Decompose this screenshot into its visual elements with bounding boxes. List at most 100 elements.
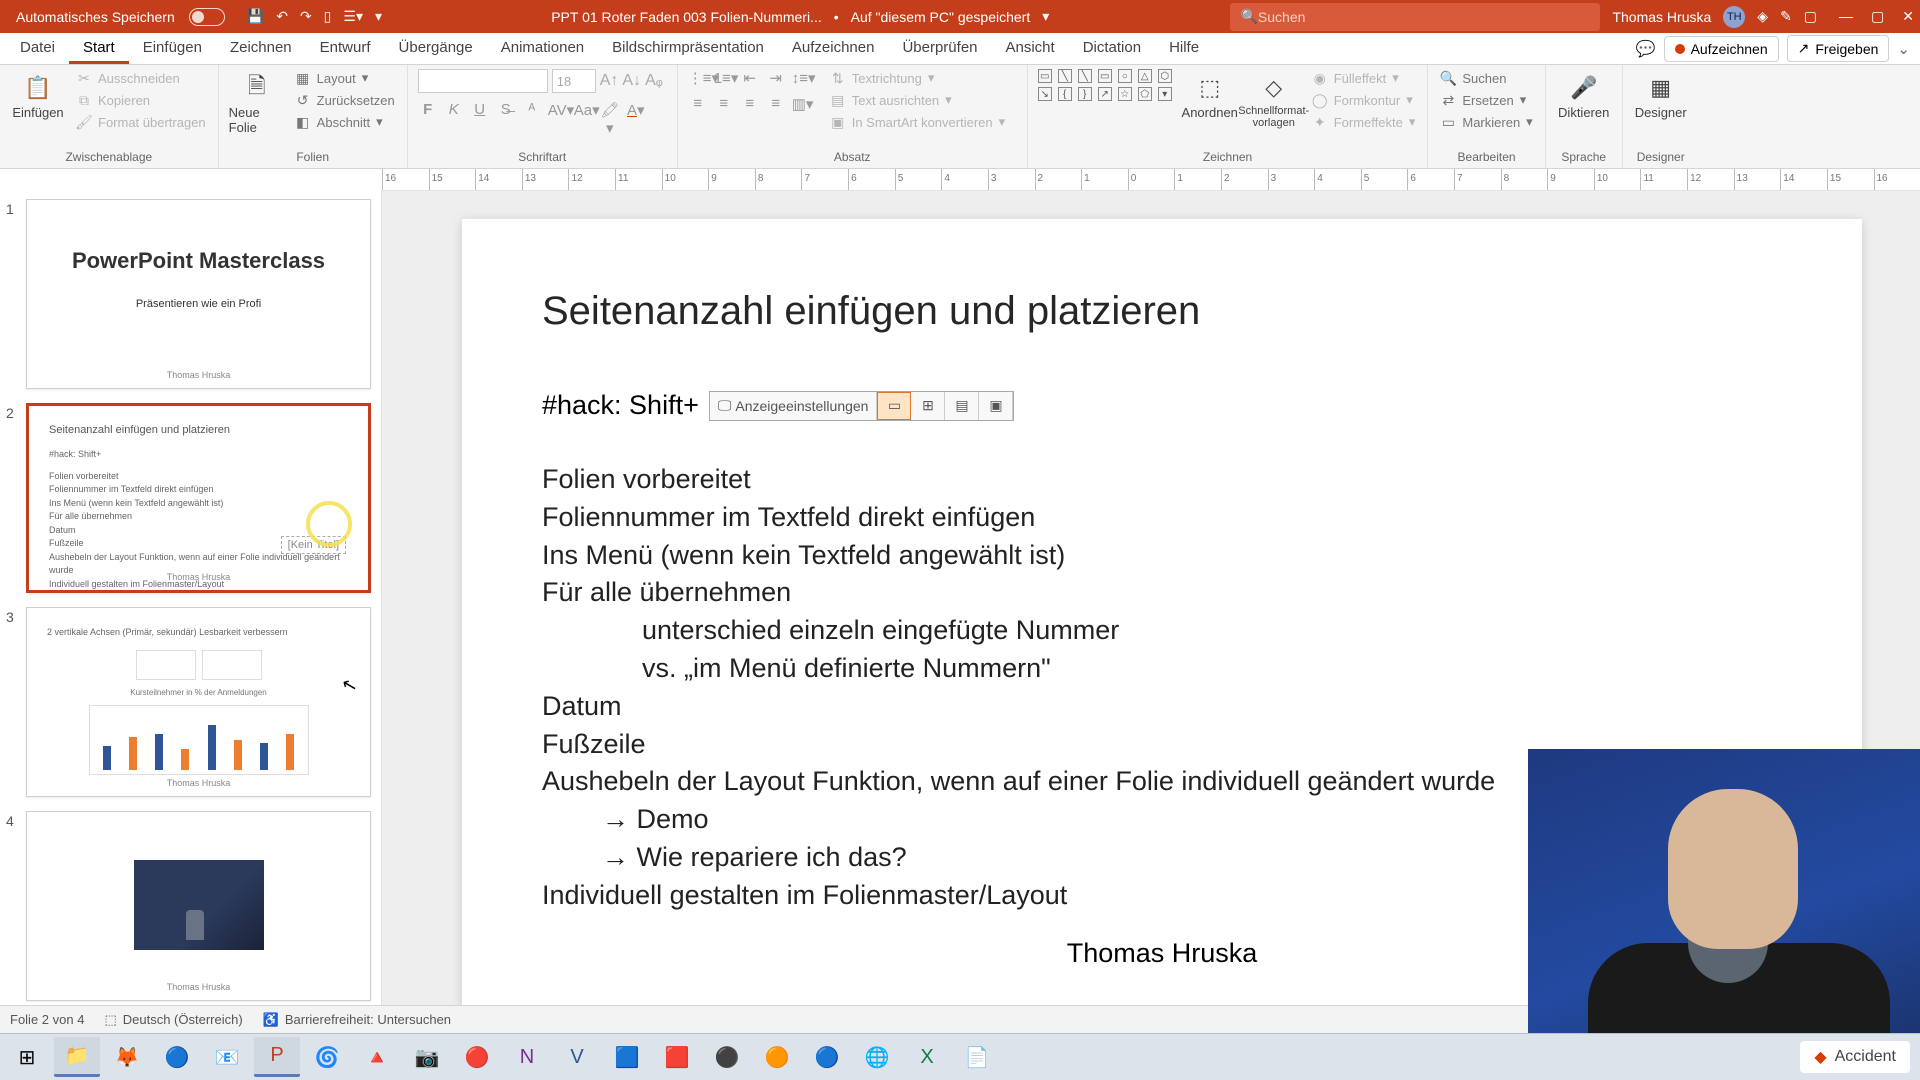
close-icon[interactable]: ✕ (1902, 8, 1914, 25)
tab-einfuegen[interactable]: Einfügen (129, 33, 216, 64)
font-color-button[interactable]: A▾ (626, 101, 646, 137)
tab-start[interactable]: Start (69, 33, 129, 64)
display-settings-button[interactable]: 🖵Anzeigeeinstellungen (710, 392, 878, 420)
vlc-icon[interactable]: 🔺 (354, 1037, 400, 1077)
user-avatar[interactable]: TH (1723, 6, 1745, 28)
bold-button[interactable]: F (418, 101, 438, 137)
toggle-off-icon[interactable] (189, 8, 225, 26)
notification-toast[interactable]: ◆ Accident (1800, 1041, 1910, 1073)
save-icon[interactable]: 💾 (247, 8, 264, 25)
language-indicator[interactable]: ⬚Deutsch (Österreich) (104, 1012, 242, 1028)
increase-font-icon[interactable]: A↑ (600, 72, 619, 90)
excel-icon[interactable]: X (904, 1037, 950, 1077)
indent-dec-icon[interactable]: ⇤ (740, 69, 760, 87)
shapes-gallery[interactable]: ▭╲╲▭○△⬡ ↘{}↗☆⬠▾ (1038, 69, 1174, 101)
app-icon[interactable]: 🟠 (754, 1037, 800, 1077)
justify-icon[interactable]: ≡ (766, 95, 786, 113)
tab-dictation[interactable]: Dictation (1069, 33, 1155, 64)
thumbnail-3[interactable]: 3 2 vertikale Achsen (Primär, sekundär) … (6, 607, 371, 797)
fill-button[interactable]: ◉Fülleffekt▾ (1310, 69, 1418, 87)
strikethrough-button[interactable]: S̶ (496, 101, 516, 137)
ribbon-mode-icon[interactable]: ▢ (1804, 8, 1817, 25)
search-box[interactable]: 🔍 (1230, 3, 1600, 31)
explorer-icon[interactable]: 📁 (54, 1037, 100, 1077)
numbering-icon[interactable]: 1≡▾ (714, 69, 734, 87)
minimize-icon[interactable]: — (1839, 8, 1853, 25)
outlook-icon[interactable]: 📧 (204, 1037, 250, 1077)
designer-button[interactable]: ▦Designer (1633, 69, 1689, 120)
slide-thumbnails-panel[interactable]: 1 PowerPoint Masterclass Präsentieren wi… (0, 191, 382, 1005)
thumbnail-2[interactable]: 2 Seitenanzahl einfügen und platzieren #… (6, 403, 371, 593)
indent-inc-icon[interactable]: ⇥ (766, 69, 786, 87)
tab-datei[interactable]: Datei (6, 33, 69, 64)
ink-icon[interactable]: ✎ (1780, 8, 1792, 25)
visio-icon[interactable]: V (554, 1037, 600, 1077)
redo-icon[interactable]: ↷ (300, 8, 312, 25)
tab-ueberpruefen[interactable]: Überprüfen (888, 33, 991, 64)
arrange-button[interactable]: ⬚Anordnen (1182, 69, 1238, 120)
quickstyles-button[interactable]: ◇Schnellformat-vorlagen (1246, 69, 1302, 129)
paste-button[interactable]: 📋Einfügen (10, 69, 66, 120)
find-button[interactable]: 🔍Suchen (1438, 69, 1534, 87)
align-center-icon[interactable]: ≡ (714, 95, 734, 113)
outline-button[interactable]: ◯Formkontur▾ (1310, 91, 1418, 109)
app-icon[interactable]: 🌀 (304, 1037, 350, 1077)
underline-button[interactable]: U (470, 101, 490, 137)
app-icon[interactable]: 📄 (954, 1037, 1000, 1077)
line-spacing-icon[interactable]: ↕≡▾ (792, 69, 812, 87)
comments-icon[interactable]: 💬 (1636, 39, 1656, 59)
clear-format-icon[interactable]: Aᵩ (645, 72, 663, 90)
text-direction-button[interactable]: ⇅Textrichtung▾ (828, 69, 1007, 87)
format-painter-button[interactable]: 🖌Format übertragen (74, 113, 208, 131)
app-icon[interactable]: 🟦 (604, 1037, 650, 1077)
user-name[interactable]: Thomas Hruska (1612, 9, 1711, 25)
tab-zeichnen[interactable]: Zeichnen (216, 33, 306, 64)
dictate-button[interactable]: 🎤Diktieren (1556, 69, 1612, 120)
autosave-toggle[interactable]: Automatisches Speichern (6, 8, 235, 26)
qat-more-icon[interactable]: ▾ (375, 8, 382, 25)
firefox-icon[interactable]: 🦊 (104, 1037, 150, 1077)
ruler-horizontal[interactable]: 1615141312111098765432101234567891011121… (382, 169, 1920, 191)
obs-icon[interactable]: ⚫ (704, 1037, 750, 1077)
replace-button[interactable]: ⇄Ersetzen▾ (1438, 91, 1534, 109)
reading-view-icon[interactable]: ▤ (945, 392, 979, 420)
case-button[interactable]: Aa▾ (574, 101, 594, 137)
powerpoint-icon[interactable]: P (254, 1037, 300, 1077)
new-slide-button[interactable]: 🗎Neue Folie (229, 69, 285, 135)
thumbnail-1[interactable]: 1 PowerPoint Masterclass Präsentieren wi… (6, 199, 371, 389)
tab-entwurf[interactable]: Entwurf (306, 33, 385, 64)
align-left-icon[interactable]: ≡ (688, 95, 708, 113)
tab-animationen[interactable]: Animationen (487, 33, 598, 64)
italic-button[interactable]: K (444, 101, 464, 137)
undo-icon[interactable]: ↶ (276, 8, 288, 25)
sorter-view-icon[interactable]: ⊞ (911, 392, 945, 420)
save-location[interactable]: Auf "diesem PC" gespeichert (851, 9, 1031, 25)
align-right-icon[interactable]: ≡ (740, 95, 760, 113)
tab-hilfe[interactable]: Hilfe (1155, 33, 1213, 64)
hack-label[interactable]: #hack: Shift+ (542, 390, 699, 421)
edge-icon[interactable]: 🌐 (854, 1037, 900, 1077)
start-button[interactable]: ⊞ (4, 1037, 50, 1077)
accessibility-button[interactable]: ♿Barrierefreiheit: Untersuchen (263, 1012, 451, 1028)
app-icon[interactable]: 🔵 (804, 1037, 850, 1077)
record-button[interactable]: Aufzeichnen (1664, 36, 1779, 62)
slideshow-view-icon[interactable]: ▣ (979, 392, 1013, 420)
todoist-icon[interactable]: 🔴 (454, 1037, 500, 1077)
reset-button[interactable]: ↺Zurücksetzen (293, 91, 397, 109)
shadow-button[interactable]: ᴬ (522, 101, 542, 137)
effects-button[interactable]: ✦Formeffekte▾ (1310, 113, 1418, 131)
slide-title[interactable]: Seitenanzahl einfügen und platzieren (542, 289, 1782, 334)
select-button[interactable]: ▭Markieren▾ (1438, 113, 1534, 131)
search-input[interactable] (1258, 9, 1591, 25)
cut-button[interactable]: ✂Ausschneiden (74, 69, 208, 87)
document-title[interactable]: PPT 01 Roter Faden 003 Folien-Nummeri... (551, 9, 822, 25)
tab-aufzeichnen[interactable]: Aufzeichnen (778, 33, 889, 64)
highlight-button[interactable]: 🖍▾ (600, 101, 620, 137)
maximize-icon[interactable]: ▢ (1871, 8, 1884, 25)
layout-button[interactable]: ▦Layout▾ (293, 69, 397, 87)
share-button[interactable]: ↗Freigeben (1787, 35, 1890, 62)
tab-ansicht[interactable]: Ansicht (992, 33, 1069, 64)
chrome-icon[interactable]: 🔵 (154, 1037, 200, 1077)
slide-counter[interactable]: Folie 2 von 4 (10, 1012, 84, 1027)
coming-soon-icon[interactable]: ◈ (1757, 8, 1768, 25)
